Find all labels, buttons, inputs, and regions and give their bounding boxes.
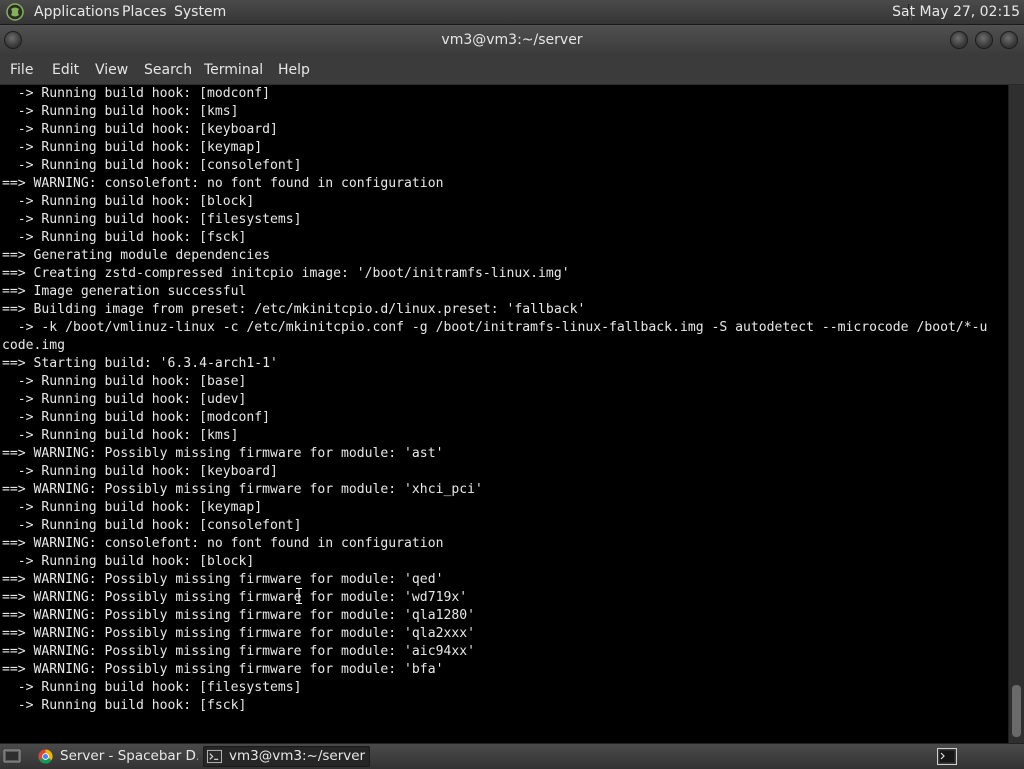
menu-file[interactable]: File — [10, 62, 33, 78]
top-panel: Applications Places System Sat May 27, 0… — [0, 0, 1024, 25]
menu-search[interactable]: Search — [144, 62, 192, 78]
terminal-line: -> Running build hook: [filesystems] — [2, 680, 302, 695]
terminal-line: ==> Generating module dependencies — [2, 248, 271, 263]
chrome-icon — [38, 749, 53, 764]
system-menu[interactable]: System — [174, 4, 226, 20]
text-cursor-icon — [296, 588, 302, 604]
terminal-line: ==> WARNING: consolefont: no font found … — [2, 176, 444, 191]
menu-view[interactable]: View — [95, 62, 128, 78]
tray-terminal-icon[interactable] — [937, 748, 957, 765]
terminal-line: -> Running build hook: [block] — [2, 194, 255, 209]
terminal-line: -> Running build hook: [keymap] — [2, 140, 263, 155]
mate-logo-icon[interactable] — [6, 3, 24, 21]
terminal-line: ==> Image generation successful — [2, 284, 247, 299]
terminal-line: ==> Starting build: '6.3.4-arch1-1' — [2, 356, 278, 371]
menu-bar: File Edit View Search Terminal Help — [0, 56, 1024, 85]
minimize-button[interactable] — [950, 31, 968, 49]
terminal-line: ==> WARNING: Possibly missing firmware f… — [2, 662, 444, 677]
applications-menu[interactable]: Applications — [34, 4, 120, 20]
close-button[interactable] — [1000, 31, 1018, 49]
terminal-line: -> Running build hook: [modconf] — [2, 86, 271, 101]
menu-help[interactable]: Help — [278, 62, 310, 78]
terminal-line: -> Running build hook: [consolefont] — [2, 518, 302, 533]
window-title: vm3@vm3:~/server — [441, 32, 583, 48]
terminal-line: -> Running build hook: [keyboard] — [2, 122, 278, 137]
terminal-line: ==> Building image from preset: /etc/mki… — [2, 302, 586, 317]
terminal-line: -> Running build hook: [fsck] — [2, 230, 247, 245]
terminal-line: -> Running build hook: [kms] — [2, 104, 239, 119]
terminal-line: ==> WARNING: Possibly missing firmware f… — [2, 590, 468, 605]
terminal-line: -> Running build hook: [keyboard] — [2, 464, 278, 479]
terminal-icon — [207, 749, 222, 764]
task-label: vm3@vm3:~/server — [229, 748, 366, 764]
terminal-line: code.img — [2, 338, 66, 353]
terminal-line: -> Running build hook: [udev] — [2, 392, 247, 407]
terminal-line: ==> WARNING: Possibly missing firmware f… — [2, 626, 475, 641]
terminal-line: ==> WARNING: Possibly missing firmware f… — [2, 608, 475, 623]
terminal-line: -> Running build hook: [fsck] — [2, 698, 247, 713]
terminal-line: -> Running build hook: [block] — [2, 554, 255, 569]
show-desktop-icon[interactable] — [3, 748, 21, 764]
menu-edit[interactable]: Edit — [52, 62, 79, 78]
maximize-button[interactable] — [975, 31, 993, 49]
terminal-line: -> Running build hook: [modconf] — [2, 410, 271, 425]
terminal-scrollbar[interactable] — [1008, 85, 1024, 743]
terminal-line: ==> WARNING: consolefont: no font found … — [2, 536, 444, 551]
terminal-line: ==> Creating zstd-compressed initcpio im… — [2, 266, 570, 281]
scrollbar-thumb[interactable] — [1012, 685, 1021, 737]
places-menu[interactable]: Places — [122, 4, 167, 20]
terminal-line: -> Running build hook: [filesystems] — [2, 212, 302, 227]
terminal-line: ==> WARNING: Possibly missing firmware f… — [2, 446, 444, 461]
terminal-line: -> Running build hook: [keymap] — [2, 500, 263, 515]
terminal-line: -> Running build hook: [kms] — [2, 428, 239, 443]
terminal-line: ==> WARNING: Possibly missing firmware f… — [2, 572, 444, 587]
terminal-line: -> -k /boot/vmlinuz-linux -c /etc/mkinit… — [2, 320, 988, 335]
task-label: Server - Spacebar D... — [60, 748, 198, 764]
window-title-bar[interactable]: vm3@vm3:~/server — [0, 25, 1024, 56]
task-terminal-window[interactable]: vm3@vm3:~/server — [203, 746, 370, 767]
terminal-line: -> Running build hook: [consolefont] — [2, 158, 302, 173]
task-browser-window[interactable]: Server - Spacebar D... — [34, 746, 198, 767]
clock[interactable]: Sat May 27, 02:15 — [892, 4, 1020, 20]
taskbar: Server - Spacebar D... vm3@vm3:~/server — [0, 743, 1024, 769]
terminal-line: -> Running build hook: [base] — [2, 374, 247, 389]
menu-terminal[interactable]: Terminal — [204, 62, 263, 78]
terminal-output: -> Running build hook: [modconf] -> Runn… — [2, 85, 987, 715]
terminal-line: ==> WARNING: Possibly missing firmware f… — [2, 644, 475, 659]
terminal-line: ==> WARNING: Possibly missing firmware f… — [2, 482, 483, 497]
terminal-view[interactable]: -> Running build hook: [modconf] -> Runn… — [0, 85, 1008, 743]
